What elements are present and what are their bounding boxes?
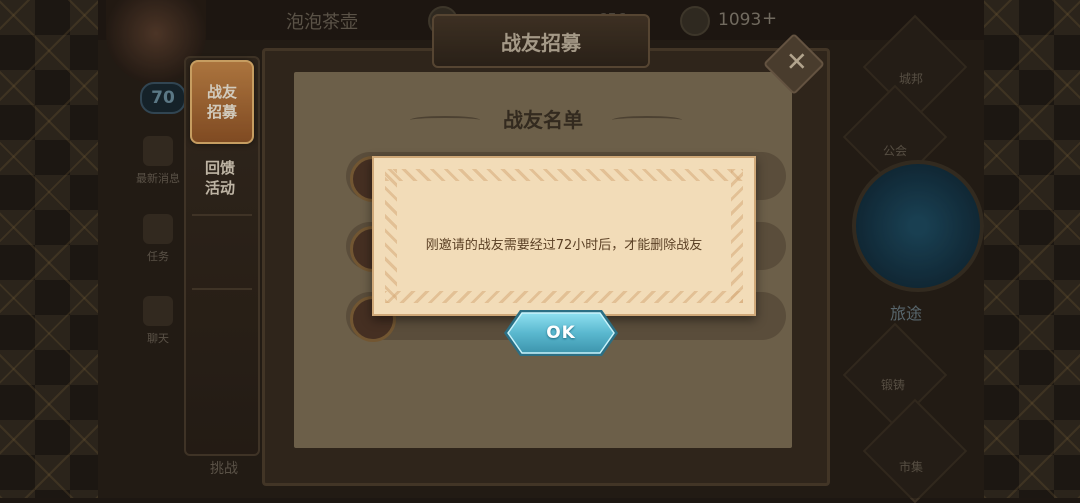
ok-button-label: OK bbox=[546, 323, 576, 343]
ok-button[interactable]: OK bbox=[502, 308, 620, 358]
left-pattern-strip bbox=[0, 0, 100, 498]
dialog-message: 刚邀请的战友需要经过72小时后，才能删除战友 bbox=[425, 238, 703, 253]
right-pattern-strip bbox=[982, 0, 1080, 498]
notice-dialog: 刚邀请的战友需要经过72小时后，才能删除战友 bbox=[372, 156, 756, 316]
